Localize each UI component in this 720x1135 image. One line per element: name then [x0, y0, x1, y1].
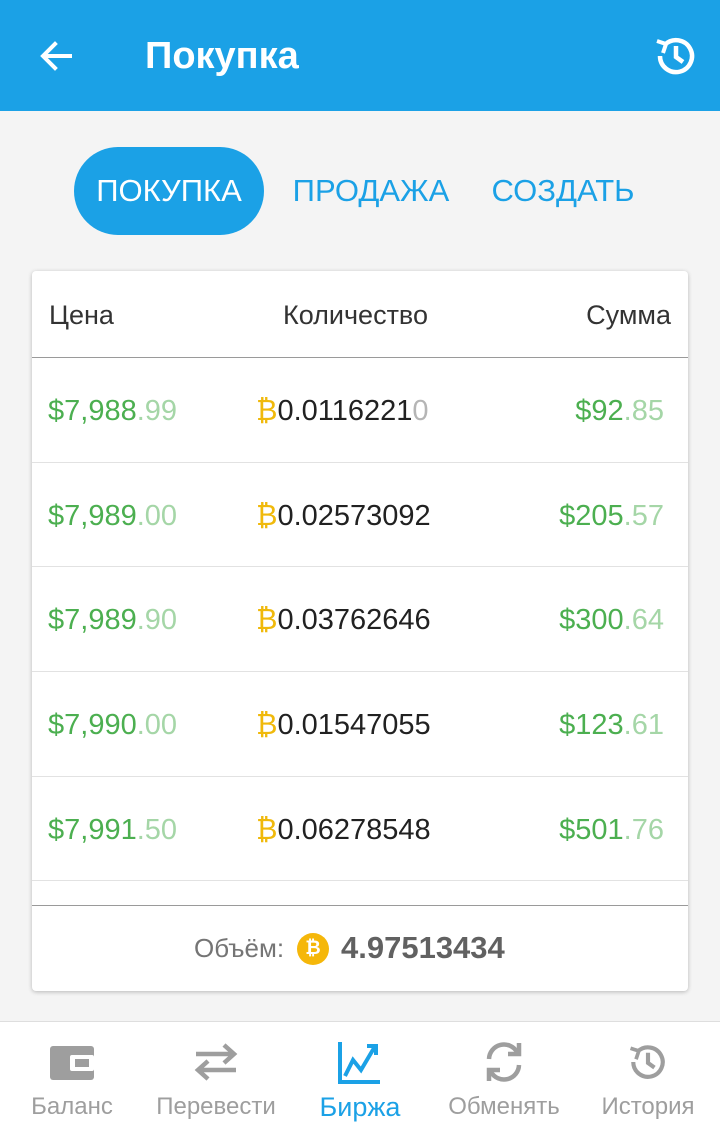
tab-buy[interactable]: ПОКУПКА: [74, 147, 264, 235]
table-header: Цена Количество Сумма: [32, 271, 688, 358]
history-clock-icon: [624, 1038, 672, 1086]
sum-main: $501: [559, 813, 624, 846]
sum-cell: $205.57: [559, 498, 664, 534]
quantity-main: 0.03762646: [277, 604, 431, 637]
quantity-cell: ₿0.06278548: [256, 812, 431, 848]
volume-footer: Объём: ₿ 4.97513434: [32, 905, 688, 991]
transfer-arrows-icon: [192, 1038, 240, 1086]
table-row[interactable]: $7,989.00 ₿0.02573092 $205.57: [32, 463, 688, 568]
sum-cell: $123.61: [559, 707, 664, 743]
quantity-tail: 0: [412, 395, 429, 427]
price-main: $7,989: [48, 499, 137, 532]
price-cell: $7,989.00: [48, 498, 177, 534]
nav-transfer-label: Перевести: [156, 1093, 276, 1120]
table-row[interactable]: $7,990.00 ₿0.01547055 $123.61: [32, 672, 688, 777]
sum-cell: $300.64: [559, 602, 664, 638]
bitcoin-icon: ₿: [256, 813, 278, 846]
quantity-main: 0.02573092: [277, 499, 431, 532]
price-main: $7,991: [48, 813, 137, 846]
nav-transfer[interactable]: Перевести: [144, 1022, 288, 1135]
price-main: $7,988: [48, 395, 137, 427]
nav-exchange[interactable]: Биржа: [288, 1022, 432, 1135]
nav-exchange-label: Биржа: [319, 1092, 401, 1122]
sum-fraction: .64: [623, 604, 664, 637]
price-main: $7,990: [48, 709, 137, 742]
quantity-main: 0.06278548: [277, 813, 431, 846]
header-price: Цена: [49, 300, 114, 330]
quantity-cell: ₿0.03762646: [256, 602, 431, 638]
wallet-icon: [48, 1038, 96, 1086]
sum-main: $300: [559, 604, 624, 637]
price-fraction: .00: [136, 499, 178, 532]
quantity-main: 0.01547055: [277, 709, 431, 742]
swap-refresh-icon: [480, 1038, 528, 1086]
sum-main: $123: [559, 709, 624, 742]
app-bar: Покупка: [0, 0, 720, 111]
history-clock-icon: [656, 37, 695, 75]
price-fraction: .00: [136, 709, 178, 742]
back-button[interactable]: [30, 30, 82, 82]
nav-swap-label: Обменять: [448, 1093, 560, 1120]
bottom-navigation: Баланс Перевести Биржа Обменять История: [0, 1021, 720, 1135]
table-row[interactable]: $7,988.99 ₿0.01162210 $92.85: [32, 358, 688, 463]
nav-balance-label: Баланс: [31, 1093, 113, 1120]
price-main: $7,989: [48, 604, 137, 637]
bitcoin-icon: ₿: [256, 395, 278, 427]
sum-fraction: .61: [623, 709, 664, 742]
tab-sell[interactable]: ПРОДАЖА: [282, 147, 460, 235]
price-cell: $7,991.50: [48, 812, 177, 848]
price-fraction: .90: [136, 604, 178, 637]
price-cell: $7,990.00: [48, 707, 177, 743]
order-list[interactable]: $7,988.99 ₿0.01162210 $92.85 $7,989.00 ₿…: [32, 358, 688, 905]
bitcoin-icon: ₿: [256, 709, 278, 742]
exchange-chart-icon: [336, 1038, 384, 1086]
sum-cell: $501.76: [559, 812, 664, 848]
table-row[interactable]: $7,991.50 ₿0.06278548 $501.76: [32, 777, 688, 882]
table-row[interactable]: $7,989.90 ₿0.03762646 $300.64: [32, 567, 688, 673]
sum-fraction: .85: [623, 395, 664, 427]
header-quantity: Количество: [283, 300, 428, 330]
bitcoin-icon: ₿: [256, 499, 278, 532]
bitcoin-coin-icon: ₿: [297, 933, 329, 965]
nav-swap[interactable]: Обменять: [432, 1022, 576, 1135]
sum-main: $205: [559, 499, 624, 532]
sum-cell: $92.85: [575, 393, 664, 429]
nav-history[interactable]: История: [576, 1022, 720, 1135]
header-sum: Сумма: [586, 300, 671, 330]
tab-create[interactable]: СОЗДАТЬ: [480, 147, 646, 235]
nav-balance[interactable]: Баланс: [0, 1022, 144, 1135]
price-fraction: .99: [136, 395, 178, 427]
price-fraction: .50: [136, 813, 178, 846]
volume-label: Объём:: [194, 933, 285, 963]
sum-fraction: .76: [623, 813, 664, 846]
history-button[interactable]: [648, 28, 704, 84]
volume-value: 4.97513434: [341, 930, 505, 965]
trade-tabs: ПОКУПКА ПРОДАЖА СОЗДАТЬ: [0, 147, 720, 235]
order-book-card: Цена Количество Сумма $7,988.99 ₿0.01162…: [32, 271, 688, 991]
page-title: Покупка: [145, 35, 299, 77]
quantity-main: 0.0116221: [277, 395, 413, 427]
nav-history-label: История: [601, 1093, 695, 1120]
price-cell: $7,988.99: [48, 393, 177, 429]
bitcoin-icon: ₿: [256, 604, 278, 637]
arrow-back-icon: [40, 41, 72, 71]
quantity-cell: ₿0.01162210: [256, 393, 429, 429]
quantity-cell: ₿0.02573092: [256, 498, 431, 534]
price-cell: $7,989.90: [48, 602, 177, 638]
quantity-cell: ₿0.01547055: [256, 707, 431, 743]
sum-fraction: .57: [623, 499, 664, 532]
sum-main: $92: [575, 395, 624, 427]
